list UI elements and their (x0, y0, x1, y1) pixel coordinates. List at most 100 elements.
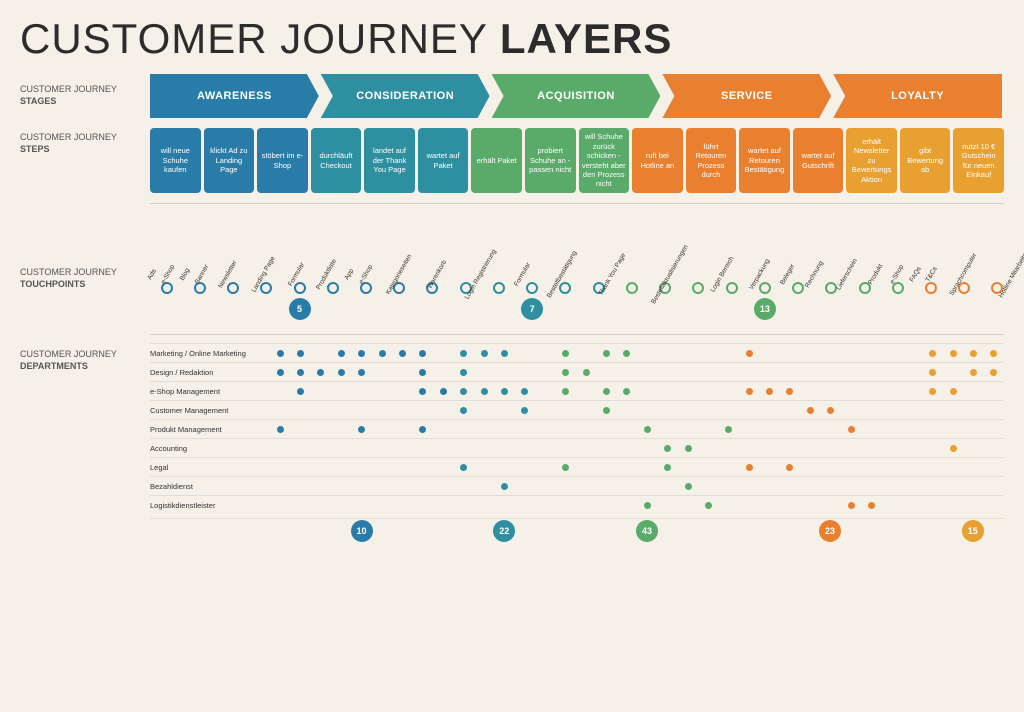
department-row: Logistikdienstleister (150, 495, 1004, 514)
department-count-badge: 23 (819, 520, 841, 542)
dept-dot-cell (413, 344, 433, 362)
dept-dot-cell (882, 477, 902, 495)
dept-dot-cell (882, 496, 902, 514)
dept-dot-cell (902, 382, 922, 400)
step-box: führt Retouren Prozess durch (686, 128, 737, 193)
dept-dot (950, 388, 957, 395)
dept-dot-cell (555, 477, 575, 495)
dept-dot-cell (780, 382, 800, 400)
step-box: wartet auf Retouren Bestätigung (739, 128, 790, 193)
dept-dot-cell (290, 477, 310, 495)
touchpoints-label: CUSTOMER JOURNEY TOUCHPOINTS (20, 212, 150, 290)
dept-dot-cell (821, 439, 841, 457)
dept-dot-cell (698, 401, 718, 419)
steps-label: CUSTOMER JOURNEY STEPS (20, 128, 150, 155)
dept-dot (603, 407, 610, 414)
dept-dot-cell (698, 439, 718, 457)
dept-dot-cell (270, 496, 290, 514)
dept-dot-cell (433, 439, 453, 457)
department-row: Bezahldienst (150, 476, 1004, 495)
touchpoint-dot (327, 282, 339, 294)
bottom-count-cell (515, 519, 535, 543)
bottom-count-cell (739, 519, 759, 543)
dept-dot-cell (861, 477, 881, 495)
count-cell (615, 298, 648, 320)
dept-dot-cell (657, 401, 677, 419)
dept-dot-cell (719, 496, 739, 514)
bottom-badges-row: 1022432315 (270, 519, 1004, 543)
dept-dot-cell (678, 496, 698, 514)
dept-dot-cell (617, 401, 637, 419)
dept-dot-cell (841, 344, 861, 362)
dept-dot-cell (352, 496, 372, 514)
dept-dot-cell (270, 382, 290, 400)
dept-dot-cell (555, 420, 575, 438)
dept-dot (705, 502, 712, 509)
title-prefix: CUSTOMER JOURNEY (20, 15, 500, 62)
dept-dot-cell (596, 363, 616, 381)
dept-dot (399, 350, 406, 357)
dept-dot-cell (800, 420, 820, 438)
dept-dot-cell (494, 401, 514, 419)
dept-dot-cell (841, 439, 861, 457)
dept-dot-cell (698, 382, 718, 400)
dept-dot-cell (596, 401, 616, 419)
dept-dot-cell (759, 420, 779, 438)
stages-label: CUSTOMER JOURNEY STAGES (20, 84, 150, 107)
steps-boxes: will neue Schuhe kaufenklickt Ad zu Land… (150, 128, 1004, 193)
dept-dot-cell (555, 496, 575, 514)
count-cell (981, 298, 1014, 320)
dept-dot (685, 483, 692, 490)
dept-dot (297, 369, 304, 376)
dept-dot-cell (821, 420, 841, 438)
dept-dot-cell (515, 420, 535, 438)
bottom-count-cell (942, 519, 962, 543)
dept-dot-cell (678, 401, 698, 419)
dept-dot-cell (841, 458, 861, 476)
dept-dot-cell (515, 477, 535, 495)
dept-dot-cell (841, 420, 861, 438)
dept-dot-cell (270, 477, 290, 495)
dept-dot-cell (963, 477, 983, 495)
dept-dot-cell (454, 477, 474, 495)
dept-dot-cell (454, 344, 474, 362)
department-name: Accounting (150, 444, 270, 453)
department-dots (270, 496, 1004, 514)
dept-dot-cell (923, 477, 943, 495)
dept-dot-cell (494, 382, 514, 400)
dept-dot-cell (494, 344, 514, 362)
dept-dot-cell (739, 458, 759, 476)
dept-dot (746, 464, 753, 471)
dept-dot (419, 426, 426, 433)
touchpoint-column: Warenkorb (425, 270, 457, 281)
bottom-count-cell (433, 519, 453, 543)
stage-consideration: CONSIDERATION (321, 74, 490, 118)
dept-dot-cell (719, 477, 739, 495)
dept-dot-cell (413, 363, 433, 381)
dept-dot-cell (413, 458, 433, 476)
dept-dot (929, 350, 936, 357)
department-dots (270, 420, 1004, 438)
dept-dot (358, 426, 365, 433)
dept-dot (297, 350, 304, 357)
touchpoint-dot-cell (914, 282, 947, 294)
department-dots (270, 363, 1004, 381)
dept-dot (786, 388, 793, 395)
bottom-count-cell (759, 519, 779, 543)
dept-dot (583, 369, 590, 376)
count-cell (914, 298, 947, 320)
dept-dot-cell (923, 344, 943, 362)
dept-dot-cell (637, 420, 657, 438)
dept-dot-cell (923, 439, 943, 457)
dept-dot-cell (474, 344, 494, 362)
departments-bottom-counts: 1022432315 (150, 518, 1004, 543)
dept-dot-cell (861, 439, 881, 457)
dept-dot-cell (617, 458, 637, 476)
dept-dot-cell (555, 363, 575, 381)
dept-dot-cell (821, 382, 841, 400)
bottom-count-cell (779, 519, 799, 543)
dept-dot-cell (535, 420, 555, 438)
dept-dot-cell (821, 477, 841, 495)
dept-dot-cell (372, 439, 392, 457)
dept-dot-cell (963, 496, 983, 514)
